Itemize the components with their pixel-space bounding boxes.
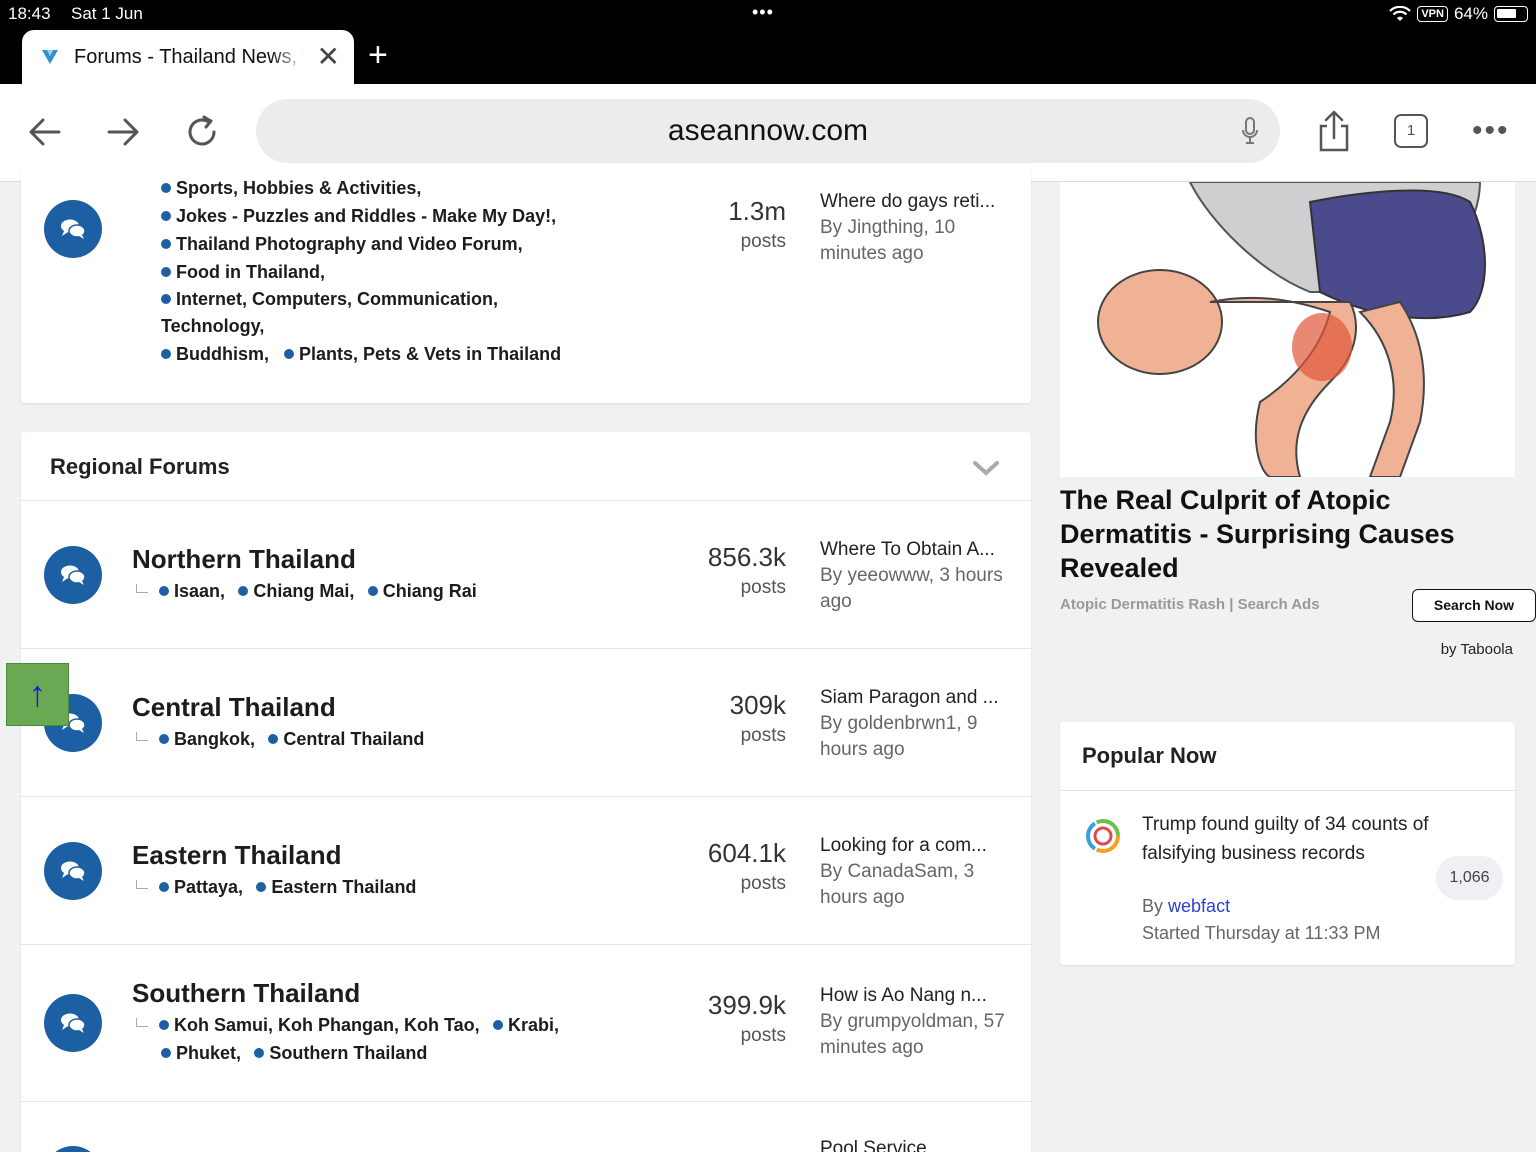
status-time: 18:43 <box>8 4 51 23</box>
section-heading: Regional Forums <box>50 454 230 479</box>
battery-icon <box>1494 6 1528 22</box>
reload-icon[interactable] <box>182 112 222 152</box>
last-post-title[interactable]: Pool Service <box>820 1136 1020 1152</box>
chevron-down-icon[interactable] <box>973 460 999 476</box>
battery-percent: 64% <box>1453 4 1488 23</box>
url-text: aseannow.com <box>667 114 869 147</box>
post-count: 856.3k posts <box>707 542 786 598</box>
forum-row-eastern[interactable]: Eastern Thailand Pattaya, Eastern Thaila… <box>21 796 1031 944</box>
forum-row-southern[interactable]: Southern Thailand Koh Samui, Koh Phangan… <box>21 944 1031 1101</box>
vpn-badge: VPN <box>1417 6 1448 22</box>
forum-title[interactable]: Central Thailand <box>132 692 336 723</box>
new-tab-icon[interactable]: + <box>368 38 388 72</box>
forum-chat-icon[interactable] <box>44 546 102 604</box>
forum-row-northern[interactable]: Northern Thailand Isaan, Chiang Mai, Chi… <box>21 500 1031 648</box>
topic-started: Started Thursday at 11:33 PM <box>1142 923 1381 943</box>
popular-topic-title[interactable]: Trump found guilty of 34 counts of falsi… <box>1142 810 1432 868</box>
subforum-link[interactable]: Jokes - Puzzles and Riddles - Make My Da… <box>161 202 631 230</box>
webfact-avatar-icon[interactable] <box>1084 817 1122 855</box>
topic-author: By webfact <box>1142 896 1231 916</box>
forum-row-western[interactable]: Pool Service <box>21 1101 1031 1152</box>
more-menu-icon[interactable]: ••• <box>1472 114 1510 148</box>
subforum-list: Pattaya, Eastern Thailand <box>136 873 416 901</box>
search-now-button[interactable]: Search Now <box>1412 589 1536 622</box>
forum-title[interactable]: Eastern Thailand <box>132 840 342 871</box>
tab-title: Forums - Thailand News, Travel <box>74 45 306 68</box>
post-count: 1.3m posts <box>728 196 786 252</box>
multitask-dots-icon[interactable]: ••• <box>752 2 774 23</box>
subforum-link[interactable]: Internet, Computers, Communication, Techn… <box>161 286 631 340</box>
forward-arrow-icon[interactable] <box>103 112 143 152</box>
forum-chat-icon[interactable] <box>44 842 102 900</box>
tab-count-button[interactable]: 1 <box>1394 114 1428 148</box>
wifi-icon <box>1389 6 1412 21</box>
subforum-link[interactable]: Food in Thailand, <box>161 258 631 286</box>
close-tab-icon[interactable]: ✕ <box>317 43 340 71</box>
forum-chat-icon[interactable] <box>44 1146 102 1152</box>
subforum-list: Bangkok, Central Thailand <box>136 725 424 753</box>
popular-now-widget: Popular Now Trump found guilty of 34 cou… <box>1060 722 1515 965</box>
subforum-list: Isaan, Chiang Mai, Chiang Rai <box>136 577 477 605</box>
subforum-link[interactable]: Buddhism, Plants, Pets & Vets in Thailan… <box>161 340 631 368</box>
divider <box>1060 790 1515 791</box>
subforum-list: Koh Samui, Koh Phangan, Koh Tao, Krabi, <box>136 1011 559 1039</box>
forum-chat-icon[interactable] <box>44 200 102 258</box>
forum-chat-icon[interactable] <box>44 994 102 1052</box>
status-date: Sat 1 Jun <box>71 4 143 23</box>
last-post-title[interactable]: Looking for a com... <box>820 833 1020 859</box>
section-heading: Popular Now <box>1082 743 1217 768</box>
ad-image[interactable] <box>1060 182 1515 477</box>
ad-provider[interactable]: by Taboola <box>1441 641 1513 658</box>
reply-count-badge: 1,066 <box>1436 856 1503 900</box>
forum-card-general: Sports, Hobbies & Activities, Jokes - Pu… <box>21 165 1031 403</box>
last-post[interactable]: Pool Service <box>820 1136 1020 1152</box>
last-post-title[interactable]: Where do gays reti... <box>820 189 1020 215</box>
post-count: 309k posts <box>729 690 786 746</box>
ad-source[interactable]: Atopic Dermatitis Rash | Search Ads <box>1060 596 1320 613</box>
forum-title[interactable]: Southern Thailand <box>132 978 360 1009</box>
subforum-link[interactable]: Sports, Hobbies & Activities, <box>161 174 631 202</box>
subforum-list: Sports, Hobbies & Activities, Jokes - Pu… <box>161 174 631 368</box>
last-post[interactable]: How is Ao Nang n... By grumpyoldman, 57 … <box>820 983 1020 1061</box>
microphone-icon[interactable] <box>1242 117 1258 145</box>
scroll-to-top-button[interactable]: ↑ <box>6 663 69 726</box>
last-post[interactable]: Where To Obtain A... By yeeowww, 3 hours… <box>820 537 1020 615</box>
status-bar: 18:43 Sat 1 Jun ••• VPN 64% <box>0 0 1536 28</box>
subforum-list: Phuket, Southern Thailand <box>161 1039 427 1067</box>
share-icon[interactable] <box>1314 110 1354 154</box>
site-favicon-icon <box>42 50 58 64</box>
back-arrow-icon[interactable] <box>25 112 65 152</box>
subforum-link[interactable]: Thailand Photography and Video Forum, <box>161 230 631 258</box>
last-post-title[interactable]: How is Ao Nang n... <box>820 983 1020 1009</box>
last-post[interactable]: Siam Paragon and ... By goldenbrwn1, 9 h… <box>820 685 1020 763</box>
post-count: 604.1k posts <box>707 838 786 894</box>
regional-forums-card: Regional Forums Northern Thailand Isaan,… <box>21 432 1031 1152</box>
browser-tab[interactable]: Forums - Thailand News, Travel ✕ <box>22 30 354 84</box>
post-count: 399.9k posts <box>707 990 786 1046</box>
author-link[interactable]: webfact <box>1168 896 1230 916</box>
forum-title[interactable]: Northern Thailand <box>132 544 356 575</box>
last-post-title[interactable]: Where To Obtain A... <box>820 537 1020 563</box>
status-right: VPN 64% <box>1389 4 1528 24</box>
last-post-title[interactable]: Siam Paragon and ... <box>820 685 1020 711</box>
ad-title[interactable]: The Real Culprit of Atopic Dermatitis - … <box>1060 483 1515 585</box>
forum-row-central[interactable]: Central Thailand Bangkok, Central Thaila… <box>21 648 1031 796</box>
last-post[interactable]: Looking for a com... By CanadaSam, 3 hou… <box>820 833 1020 911</box>
last-post[interactable]: Where do gays reti... By Jingthing, 10 m… <box>820 189 1020 267</box>
browser-chrome: 18:43 Sat 1 Jun ••• VPN 64% Forums - Tha… <box>0 0 1536 84</box>
url-bar[interactable]: aseannow.com <box>256 99 1280 163</box>
